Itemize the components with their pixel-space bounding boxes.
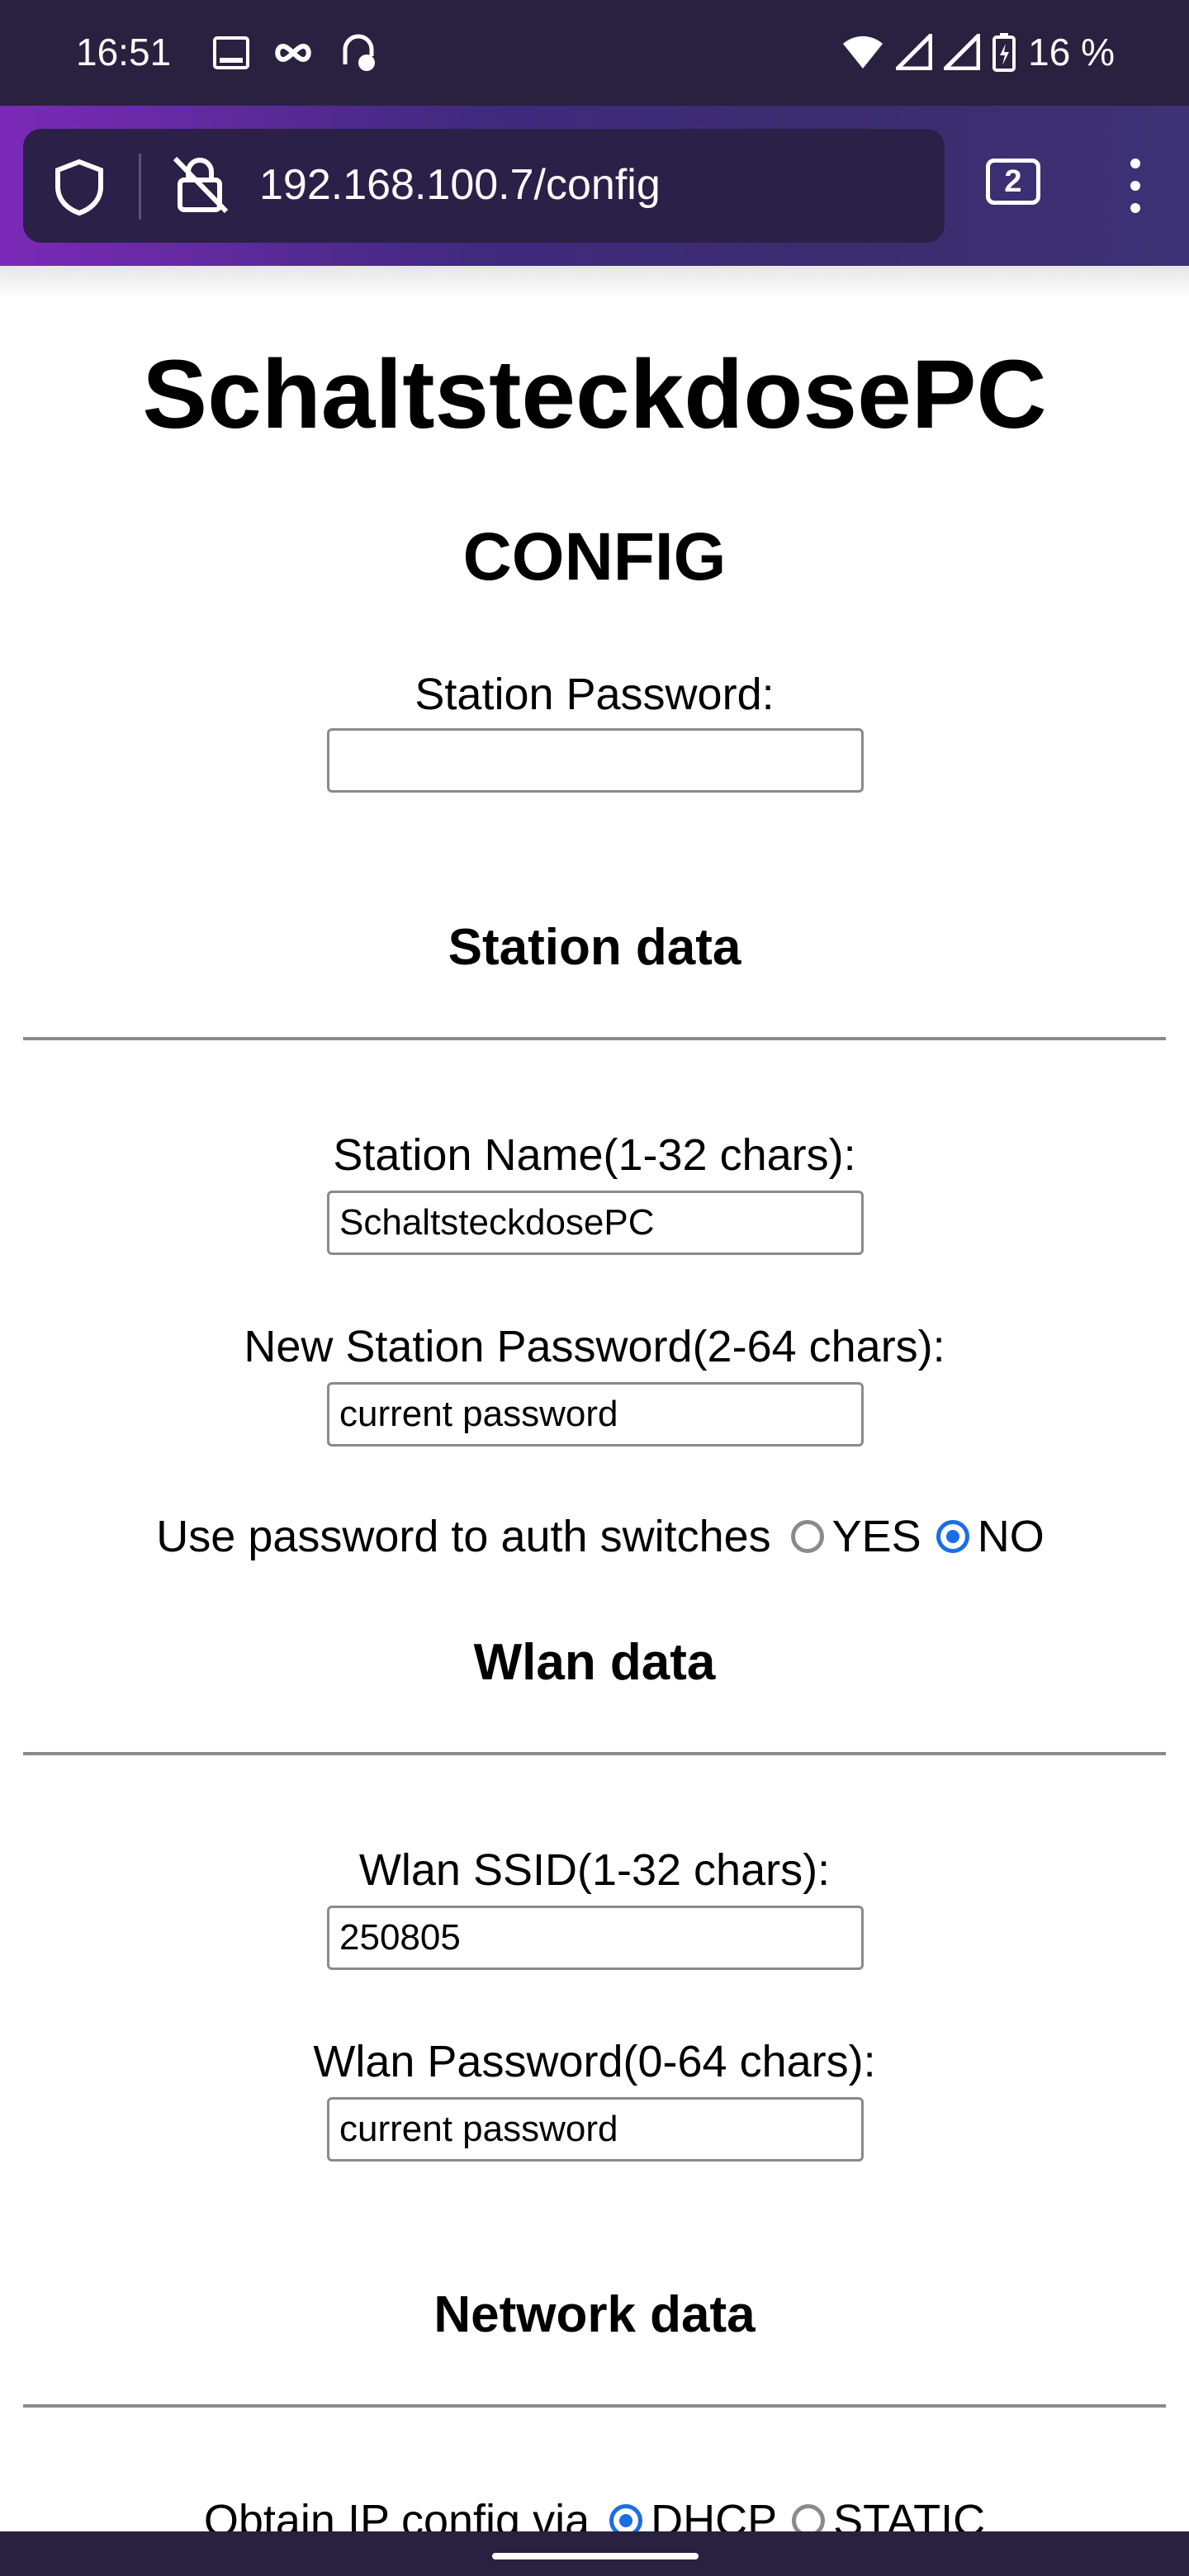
battery-icon (992, 33, 1016, 72)
more-menu-icon[interactable] (1123, 159, 1148, 216)
section-wlan-heading: Wlan data (473, 1634, 716, 1691)
ssid-label: Wlan SSID(1-32 chars): (358, 1845, 831, 1895)
status-bar: 16:51 16 % (0, 0, 1189, 106)
new-password-input[interactable] (327, 1382, 864, 1447)
toolbar-shadow (0, 266, 1189, 299)
auth-yes-radio[interactable] (790, 1520, 824, 1553)
station-password-input[interactable] (327, 728, 864, 793)
url-text[interactable]: 192.168.100.7/config (259, 160, 661, 210)
section-network-heading: Network data (433, 2286, 756, 2343)
divider (23, 2404, 1166, 2408)
infinity-icon (275, 43, 311, 63)
home-handle[interactable] (492, 2553, 699, 2559)
status-right: 16 % (841, 30, 1115, 74)
navigation-bar (0, 2531, 1189, 2576)
signal-icon (896, 34, 933, 70)
address-divider (139, 154, 141, 220)
ssid-input[interactable] (327, 1906, 864, 1970)
status-time: 16:51 (76, 31, 172, 73)
new-password-label: New Station Password(2-64 chars): (244, 1322, 945, 1371)
section-station-heading: Station data (448, 919, 741, 976)
sync-icon (343, 34, 375, 71)
browser-toolbar: 192.168.100.7/config 2 (0, 106, 1189, 266)
page-subtitle: CONFIG (462, 519, 727, 594)
tabs-button[interactable]: 2 (986, 159, 1040, 205)
station-name-label: Station Name(1-32 chars): (333, 1130, 856, 1180)
station-name-input[interactable] (327, 1191, 864, 1255)
insecure-lock-icon[interactable] (172, 155, 230, 215)
wlan-password-label: Wlan Password(0-64 chars): (313, 2037, 876, 2086)
signal-icon (944, 34, 981, 70)
battery-percent: 16 % (1028, 31, 1115, 73)
auth-switches-label: Use password to auth switches (156, 1512, 771, 1561)
station-password-label: Station Password: (414, 670, 775, 719)
auth-no-label[interactable]: NO (978, 1511, 1045, 1562)
wlan-password-input[interactable] (327, 2097, 864, 2162)
address-bar[interactable]: 192.168.100.7/config (23, 129, 945, 243)
page-title: SchaltsteckdosePC (142, 340, 1047, 449)
wifi-icon (843, 36, 883, 69)
auth-yes-label[interactable]: YES (832, 1511, 921, 1562)
divider (23, 1752, 1166, 1755)
shield-icon[interactable] (53, 159, 106, 216)
auth-no-radio[interactable] (936, 1520, 969, 1553)
gallery-icon (213, 36, 249, 69)
auth-switches-row: Use password to auth switches YES NO (0, 1511, 1189, 1562)
divider (23, 1037, 1166, 1040)
